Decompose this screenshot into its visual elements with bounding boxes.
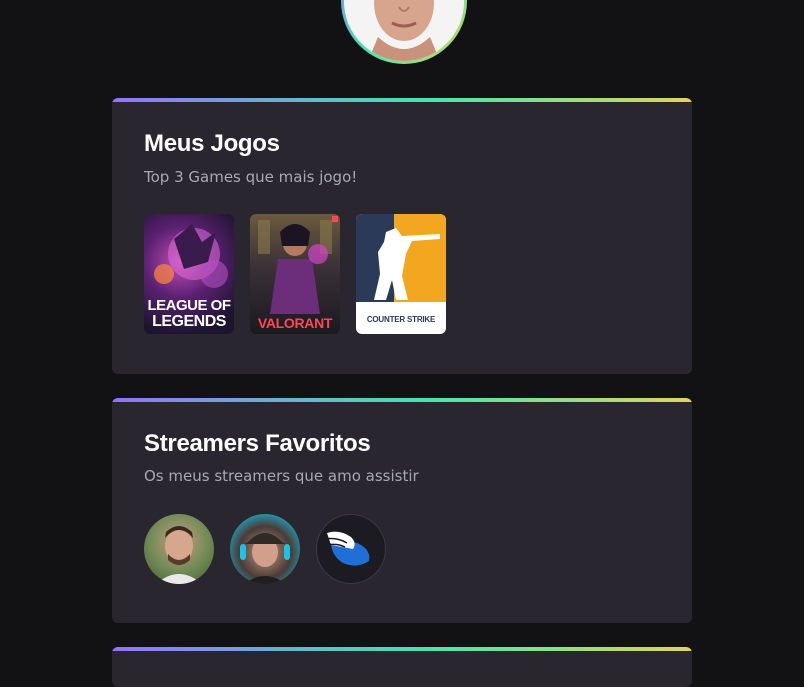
next-card (112, 647, 692, 687)
streamer-1[interactable] (144, 514, 214, 584)
lol-logo-line1: LEAGUE OF (147, 297, 231, 314)
profile-face-icon (344, 0, 464, 61)
streamer-3[interactable] (316, 514, 386, 584)
games-title: Meus Jogos (144, 130, 280, 157)
games-card: Meus Jogos Top 3 Games que mais jogo! LE… (112, 98, 692, 374)
game-valorant[interactable]: VALORANT (250, 214, 340, 334)
valorant-logo: VALORANT (257, 315, 333, 331)
streamers-list (144, 514, 386, 584)
profile-avatar (341, 0, 467, 64)
streamer-2-photo-icon (240, 533, 290, 584)
streamers-title: Streamers Favoritos (144, 430, 371, 457)
lol-logo-line2: LEGENDS (152, 313, 226, 330)
game-league-of-legends[interactable]: LEAGUE OF LEGENDS (144, 214, 234, 334)
counter-strike-logo: COUNTER STRIKE (366, 315, 436, 324)
game-counter-strike[interactable]: COUNTER STRIKE (356, 214, 446, 334)
streamer-2[interactable] (230, 514, 300, 584)
wing-logo-icon (324, 531, 370, 566)
streamer-1-photo-icon (156, 526, 202, 584)
profile-photo (344, 0, 464, 61)
lol-logo: LEAGUE OF LEGENDS (144, 298, 234, 330)
games-subtitle: Top 3 Games que mais jogo! (144, 168, 358, 186)
games-list: LEAGUE OF LEGENDS VALORANT COUNTER STRIK… (144, 214, 446, 334)
streamers-subtitle: Os meus streamers que amo assistir (144, 467, 419, 485)
streamers-card: Streamers Favoritos Os meus streamers qu… (112, 398, 692, 623)
